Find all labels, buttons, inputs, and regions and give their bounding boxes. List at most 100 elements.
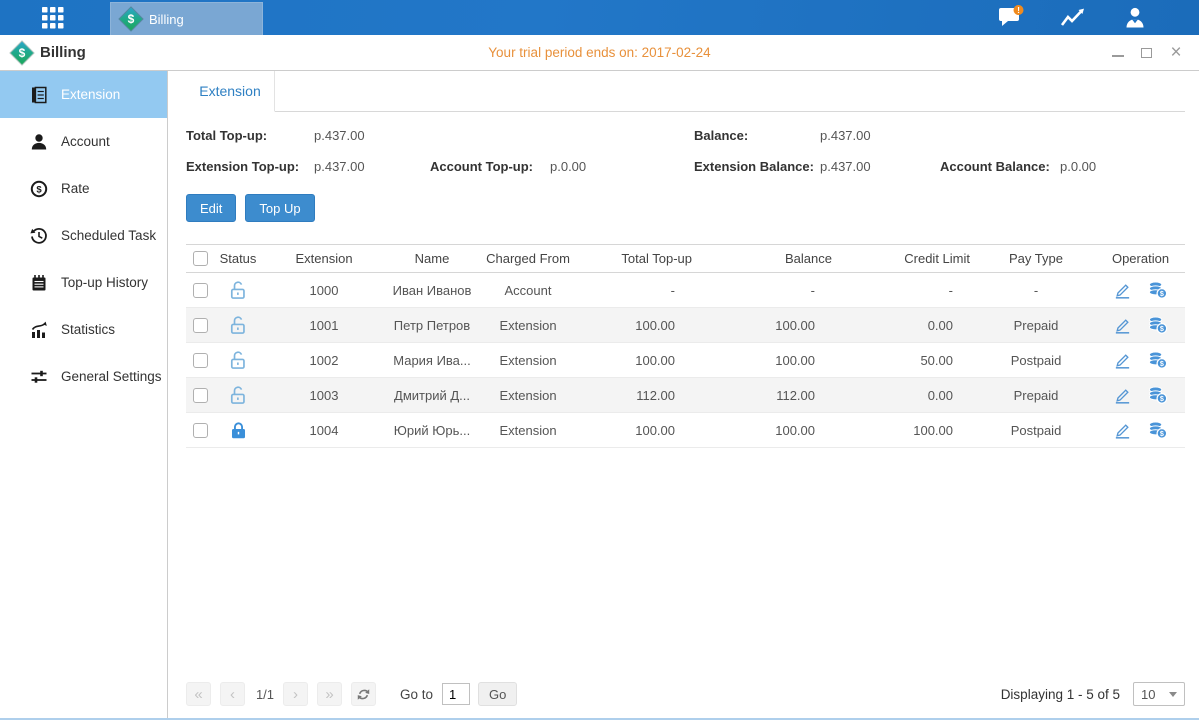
extension-topup-value: p.437.00 xyxy=(314,159,430,174)
sidebar-item-extension[interactable]: Extension xyxy=(0,71,167,118)
edit-row-icon[interactable] xyxy=(1113,386,1132,405)
edit-row-icon[interactable] xyxy=(1113,421,1132,440)
row-checkbox[interactable] xyxy=(193,353,208,368)
cell-total-topup: 100.00 xyxy=(578,318,698,333)
status-lock-icon[interactable] xyxy=(214,280,262,301)
trial-notice: Your trial period ends on: 2017-02-24 xyxy=(0,45,1199,60)
cell-name: Иван Иванов xyxy=(386,283,478,298)
topup-row-icon[interactable]: $ xyxy=(1147,350,1168,370)
tab-strip: Extension xyxy=(186,71,1185,112)
close-button[interactable]: × xyxy=(1169,46,1183,60)
summary-panel: Total Top-up: p.437.00 Balance: p.437.00… xyxy=(186,124,1185,177)
topup-row-icon[interactable]: $ xyxy=(1147,420,1168,440)
cell-pay-type: Prepaid xyxy=(976,318,1096,333)
select-all-checkbox[interactable] xyxy=(193,251,208,266)
cell-total-topup: 100.00 xyxy=(578,423,698,438)
sidebar-item-statistics[interactable]: Statistics xyxy=(0,306,167,353)
sidebar-item-topup-history[interactable]: Top-up History xyxy=(0,259,167,306)
balance-value: p.437.00 xyxy=(820,128,940,143)
window-title: Billing xyxy=(40,44,86,61)
edit-button[interactable]: Edit xyxy=(186,194,236,222)
minimize-button[interactable] xyxy=(1112,49,1124,57)
top-up-button[interactable]: Top Up xyxy=(245,194,314,222)
cell-credit-limit: 50.00 xyxy=(838,353,976,368)
svg-text:$: $ xyxy=(36,184,42,195)
topup-row-icon[interactable]: $ xyxy=(1147,280,1168,300)
topup-row-icon[interactable]: $ xyxy=(1147,385,1168,405)
sidebar-label: Statistics xyxy=(61,322,115,337)
status-lock-icon[interactable] xyxy=(214,315,262,336)
goto-page-input[interactable] xyxy=(442,683,470,705)
status-lock-icon[interactable] xyxy=(214,385,262,406)
svg-text:$: $ xyxy=(1160,395,1164,403)
row-checkbox[interactable] xyxy=(193,423,208,438)
maximize-button[interactable] xyxy=(1141,48,1152,58)
sidebar-label: Extension xyxy=(61,87,120,102)
sidebar-item-scheduled-task[interactable]: Scheduled Task xyxy=(0,212,167,259)
chevron-down-icon xyxy=(1169,692,1177,697)
edit-row-icon[interactable] xyxy=(1113,316,1132,335)
sidebar-label: Top-up History xyxy=(61,275,148,290)
cell-balance: 112.00 xyxy=(698,388,838,403)
extension-topup-label: Extension Top-up: xyxy=(186,159,314,174)
topup-row-icon[interactable]: $ xyxy=(1147,315,1168,335)
person-icon xyxy=(1123,6,1147,30)
prev-page-button[interactable]: ‹ xyxy=(220,682,245,706)
sidebar-label: General Settings xyxy=(61,369,162,384)
account-topup-label: Account Top-up: xyxy=(430,159,550,174)
cell-extension: 1001 xyxy=(262,318,386,333)
col-name: Name xyxy=(386,251,478,266)
status-lock-icon[interactable] xyxy=(214,420,262,441)
svg-text:$: $ xyxy=(1160,360,1164,368)
col-charged-from: Charged From xyxy=(478,251,578,266)
tab-extension[interactable]: Extension xyxy=(186,71,275,112)
page-size-select[interactable]: 10 xyxy=(1133,682,1185,706)
line-chart-icon xyxy=(1060,7,1086,29)
cell-charged-from: Extension xyxy=(478,353,578,368)
user-menu-button[interactable] xyxy=(1121,5,1149,31)
extension-book-icon xyxy=(30,86,48,104)
total-topup-value: p.437.00 xyxy=(314,128,430,143)
last-page-button[interactable]: » xyxy=(317,682,342,706)
col-credit-limit: Credit Limit xyxy=(838,251,976,266)
row-checkbox[interactable] xyxy=(193,283,208,298)
cell-name: Петр Петров xyxy=(386,318,478,333)
reports-button[interactable] xyxy=(1059,5,1087,31)
status-lock-icon[interactable] xyxy=(214,350,262,371)
row-checkbox[interactable] xyxy=(193,318,208,333)
refresh-button[interactable] xyxy=(351,682,376,706)
sliders-icon xyxy=(30,368,48,386)
account-topup-value: p.0.00 xyxy=(550,159,694,174)
sidebar-label: Scheduled Task xyxy=(61,228,156,243)
cell-name: Юрий Юрь... xyxy=(386,423,478,438)
account-person-icon xyxy=(30,133,48,151)
go-button[interactable]: Go xyxy=(478,682,517,706)
sidebar-item-account[interactable]: Account xyxy=(0,118,167,165)
table-row-extension-1000: 1000Иван ИвановAccount----$ xyxy=(186,273,1185,308)
sidebar-item-rate[interactable]: $ Rate xyxy=(0,165,167,212)
app-grid-icon[interactable] xyxy=(35,0,71,35)
col-balance: Balance xyxy=(698,251,838,266)
next-page-button[interactable]: › xyxy=(283,682,308,706)
cell-charged-from: Extension xyxy=(478,388,578,403)
table-header: Status Extension Name Charged From Total… xyxy=(186,244,1185,273)
cell-credit-limit: 0.00 xyxy=(838,388,976,403)
svg-text:$: $ xyxy=(1160,290,1164,298)
sidebar: Extension Account $ Rate Scheduled Task … xyxy=(0,71,168,718)
svg-text:$: $ xyxy=(1160,430,1164,438)
topbar-billing-tab[interactable]: $ Billing xyxy=(110,2,263,35)
displaying-count: Displaying 1 - 5 of 5 xyxy=(1001,687,1120,702)
first-page-button[interactable]: « xyxy=(186,682,211,706)
cell-extension: 1004 xyxy=(262,423,386,438)
billing-window-icon: $ xyxy=(11,42,33,64)
grid-dots-icon xyxy=(42,7,64,29)
notifications-button[interactable]: ! xyxy=(997,5,1025,31)
goto-label: Go to xyxy=(400,687,433,702)
page-indicator: 1/1 xyxy=(254,687,276,702)
row-checkbox[interactable] xyxy=(193,388,208,403)
sidebar-item-general-settings[interactable]: General Settings xyxy=(0,353,167,400)
edit-row-icon[interactable] xyxy=(1113,281,1132,300)
col-status: Status xyxy=(214,251,262,266)
refresh-icon xyxy=(356,687,371,702)
edit-row-icon[interactable] xyxy=(1113,351,1132,370)
